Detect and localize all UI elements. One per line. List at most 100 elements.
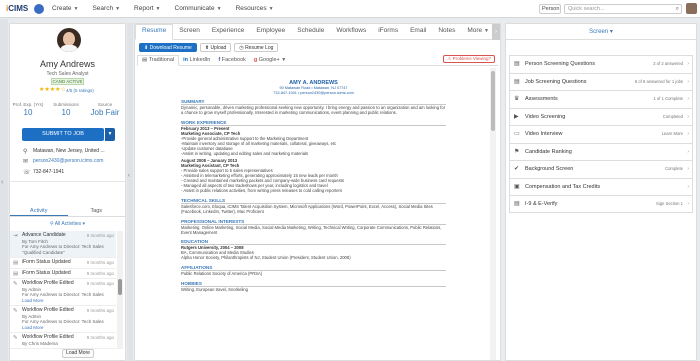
tab-google-plus[interactable]: g Google+ ▼	[250, 57, 290, 65]
upload-button[interactable]: ⬆ Upload	[199, 43, 232, 52]
screen-item-i9-everify[interactable]: ▤ I-9 & E-Verify Sign Section 1 ›	[509, 195, 693, 213]
search-icon[interactable]: ⌕	[676, 6, 679, 13]
resume-scrollbar[interactable]	[490, 68, 496, 360]
download-resume-button[interactable]: ⬇ Download Resume	[139, 43, 197, 52]
nav-communicate[interactable]: Communicate ▼	[175, 5, 222, 12]
ranking-icon: ⚑	[514, 148, 520, 155]
tab-workflows[interactable]: Workflows	[330, 27, 372, 39]
chevron-right-icon[interactable]: ›	[492, 24, 500, 40]
resume-document: AMY A. ANDREWS 90 Matawan Road • Matawan…	[181, 80, 446, 293]
list-item[interactable]: ✎ Workflow Profile Edited 9 months ago B…	[10, 306, 116, 333]
load-more-link[interactable]: Load More	[22, 325, 114, 331]
stat-source: Source Job Fair	[90, 102, 120, 117]
resume-log-button[interactable]: ◷ Resume Log	[234, 43, 279, 52]
list-item[interactable]: ⇥ Advance Candidate 9 months ago By Tom …	[10, 231, 116, 258]
submit-to-job-button[interactable]: SUBMIT TO JOB	[22, 128, 104, 141]
submit-dropdown-button[interactable]: ▼	[105, 128, 115, 141]
chevron-left-icon[interactable]: ‹	[128, 173, 130, 179]
map-pin-icon: ⚲	[23, 149, 28, 155]
tab-resume[interactable]: Resume	[135, 24, 174, 40]
chevron-right-icon: ›	[687, 113, 689, 120]
quick-search-input[interactable]: Quick search... ⌕	[564, 4, 682, 14]
phone-icon: ☏	[23, 170, 31, 176]
tab-tags[interactable]: Tags	[68, 205, 126, 216]
document-icon: ▤	[514, 201, 520, 207]
status-badge: CAND ACTIVE	[51, 78, 84, 85]
chevron-down-icon: ▾	[82, 221, 86, 227]
form-icon: ▤	[13, 270, 19, 277]
top-navigation-bar: iCIMS Create ▼ Search ▼ Report ▼ Communicat…	[0, 0, 700, 18]
nav-resources[interactable]: Resources ▼	[236, 5, 274, 12]
check-icon: ✔	[514, 166, 520, 172]
screen-item-job-screening[interactable]: ▤ Job Screening Questions 6 of 6 answered …	[509, 72, 693, 90]
resume-toolbar: ⬇ Download Resume ⬆ Upload ◷ Resume Log	[139, 43, 279, 52]
tab-iforms[interactable]: iForms	[372, 27, 404, 39]
tab-email[interactable]: Email	[404, 27, 432, 39]
app-logo[interactable]: iCIMS	[6, 4, 34, 13]
tab-more[interactable]: More ▼	[461, 27, 495, 39]
tab-screen[interactable]: Screen	[173, 27, 206, 39]
list-item[interactable]: ▤ iForm Status Updated 9 months ago	[10, 269, 116, 279]
chevron-left-icon[interactable]: ‹	[1, 179, 3, 186]
tab-schedule[interactable]: Schedule	[291, 27, 330, 39]
tab-linkedin[interactable]: in LinkedIn	[179, 57, 214, 65]
chevron-right-icon: ›	[687, 166, 689, 172]
list-item[interactable]: ▤ iForm Status Updated 9 months ago	[10, 258, 116, 269]
user-avatar[interactable]	[686, 3, 697, 14]
nav-search[interactable]: Search ▼	[92, 5, 120, 12]
screen-item-video-screening[interactable]: ▶ Video Screening Completed ›	[509, 107, 693, 125]
clipboard-icon: ▤	[514, 78, 520, 85]
activity-feed: ⇥ Advance Candidate 9 months ago By Tom …	[10, 231, 116, 349]
screen-item-assessments[interactable]: ♛ Assessments 1 of 1 Complete ›	[509, 90, 693, 108]
tab-traditional[interactable]: ▤ Traditional	[137, 55, 180, 66]
screen-item-person-screening[interactable]: ▤ Person Screening Questions 2 of 2 answer…	[509, 55, 693, 73]
chevron-right-icon: ›	[687, 96, 689, 102]
center-collapse-strip[interactable]: ‹	[127, 23, 133, 361]
video-icon: ▶	[514, 113, 519, 120]
nav-report[interactable]: Report ▼	[134, 5, 160, 12]
edit-icon: ✎	[13, 281, 18, 287]
stat-experience: Prof. Exp. (Yrs) 10	[12, 102, 44, 117]
tab-activity[interactable]: Activity	[10, 205, 68, 216]
screen-header[interactable]: Screen ▾	[506, 24, 696, 40]
activity-scrollbar[interactable]	[117, 231, 123, 349]
advance-icon: ⇥	[13, 233, 18, 239]
divider	[10, 181, 125, 182]
all-activities-filter[interactable]: ⚲ All Activities ▾	[10, 221, 125, 227]
activity-tabs: Activity Tags	[10, 205, 125, 217]
email-row[interactable]: ✉ person2430@person.icims.com	[23, 158, 103, 165]
chevron-right-icon: ›	[687, 61, 689, 67]
rating-stars-icon[interactable]: ★★★★☆	[39, 86, 66, 93]
tab-experience[interactable]: Experience	[206, 27, 251, 39]
list-item[interactable]: ✎ Workflow Profile Edited 9 months ago B…	[10, 279, 116, 306]
document-icon: ▤	[142, 57, 149, 63]
video-chat-icon: ▭	[514, 131, 520, 137]
screen-item-video-interview[interactable]: ▭ Video Interview Learn More ›	[509, 125, 693, 143]
edit-icon: ✎	[13, 335, 18, 341]
tab-facebook[interactable]: f Facebook	[214, 57, 250, 65]
search-type-select[interactable]: Person	[539, 4, 561, 14]
tab-employee[interactable]: Employee	[250, 27, 291, 39]
chevron-down-icon: ▼	[268, 5, 274, 12]
left-collapse-strip[interactable]: ‹	[0, 19, 8, 361]
tab-notes[interactable]: Notes	[432, 27, 461, 39]
resume-contact: 732-847-1941 • person2430@person.icims.c…	[273, 90, 354, 95]
screen-item-candidate-ranking[interactable]: ⚑ Candidate Ranking ›	[509, 142, 693, 160]
load-more-button[interactable]: Load More	[62, 349, 94, 358]
phone-row[interactable]: ☏ 732-847-1941	[23, 169, 64, 176]
email-icon: ✉	[23, 159, 29, 165]
chevron-right-icon: ›	[687, 201, 689, 207]
profile-name: Amy Andrews	[39, 59, 96, 69]
load-more-link[interactable]: Load More	[22, 298, 114, 304]
list-item[interactable]: ✎ Workflow Profile Edited 9 months ago B…	[10, 333, 116, 349]
resume-panel: Resume Screen Experience Employee Schedu…	[134, 23, 501, 361]
rating-text[interactable]: 4/5 (5 ratings)	[66, 88, 94, 93]
chevron-down-icon: ▼	[483, 28, 489, 34]
app-switcher-icon[interactable]	[34, 3, 44, 14]
problems-viewing-button[interactable]: ⚠ Problems Viewing?	[443, 55, 495, 63]
screen-item-background-screen[interactable]: ✔ Background Screen Complete ›	[509, 160, 693, 178]
nav-create[interactable]: Create ▼	[52, 5, 78, 12]
screen-item-compensation[interactable]: ▣ Compensation and Tax Credits ›	[509, 177, 693, 195]
chevron-right-icon: ›	[687, 183, 689, 190]
money-icon: ▣	[514, 183, 520, 190]
